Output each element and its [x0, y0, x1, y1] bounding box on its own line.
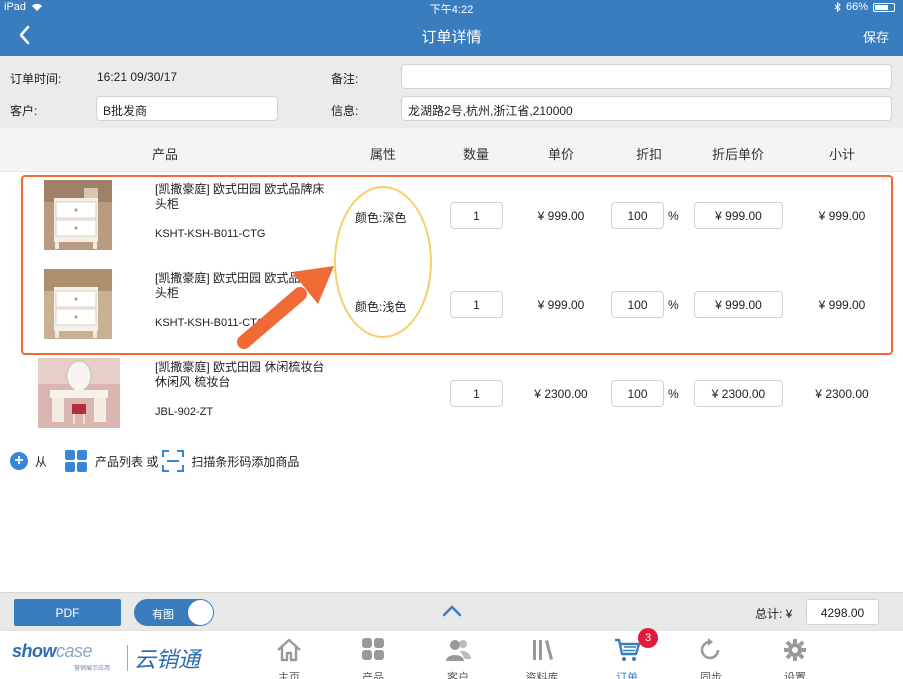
battery-percent: 66%	[845, 1, 868, 13]
product-name: [凯撒豪庭] 欧式田园 休闲梳妆台 休闲风 梳妆台	[155, 360, 325, 389]
battery-icon	[873, 2, 895, 12]
customer-field[interactable]: B批发商	[96, 96, 278, 121]
customer-label: 客户:	[10, 104, 38, 118]
order-time-label: 订单时间:	[10, 72, 62, 86]
home-icon	[277, 638, 301, 662]
add-product-bar: + 从 产品列表 或 扫描条形码添加商品	[10, 449, 299, 473]
col-attribute: 属性	[369, 147, 397, 162]
plus-icon[interactable]: +	[10, 452, 28, 470]
logo-show: show	[12, 641, 57, 661]
order-time-value: 16:21 09/30/17	[97, 70, 178, 84]
product-sku: JBL-902-ZT	[155, 406, 214, 418]
save-button[interactable]: 保存	[863, 27, 889, 46]
logo-tagline: 营销展示应用	[74, 666, 111, 672]
unit-price: ¥ 2300.00	[534, 387, 588, 401]
col-discount: 折扣	[635, 147, 663, 162]
discount-field[interactable]: 100	[611, 380, 664, 407]
col-subtotal: 小计	[828, 147, 856, 162]
bluetooth-icon	[834, 2, 841, 12]
quantity-field[interactable]: 1	[450, 380, 503, 407]
scan-barcode-link[interactable]: 扫描条形码添加商品	[191, 453, 299, 470]
tab-label: 客户	[447, 672, 469, 679]
scan-icon[interactable]	[162, 450, 185, 472]
remark-input[interactable]	[401, 64, 892, 89]
table-row[interactable]: [凯撒豪庭] 欧式田园 休闲梳妆台 休闲风 梳妆台 JBL-902-ZT 1 ¥…	[0, 354, 903, 442]
order-info-form: 订单时间: 16:21 09/30/17 备注: 客户: B批发商 信息: 龙湖…	[0, 56, 903, 128]
bottom-action-bar: PDF 有图 总计: ¥ 4298.00	[0, 592, 903, 630]
col-product: 产品	[151, 147, 179, 162]
tab-label: 订单	[616, 672, 638, 679]
product-list-link[interactable]: 产品列表 或	[95, 453, 158, 470]
tab-customers[interactable]: 客户	[428, 637, 488, 679]
tab-label: 资料库	[525, 672, 559, 679]
highlight-box	[21, 175, 893, 355]
showcase-logo: showcase 营销展示应用 云销通	[12, 639, 212, 673]
nav-bar: 订单详情 保存	[0, 14, 903, 56]
customers-icon	[446, 640, 471, 661]
tab-label: 主页	[278, 672, 300, 679]
add-from-label: 从	[35, 454, 48, 469]
tab-label: 产品	[362, 672, 384, 679]
image-toggle-label: 有图	[152, 609, 174, 621]
discount-unit: %	[668, 387, 679, 401]
tab-label: 同步	[700, 672, 722, 679]
dressing-table-image	[38, 358, 120, 428]
total-label: 总计: ¥	[755, 607, 793, 621]
logo-case: case	[56, 641, 93, 661]
pdf-button[interactable]: PDF	[14, 599, 121, 626]
toggle-knob	[188, 600, 213, 625]
col-unit-price: 单价	[547, 147, 575, 162]
discounted-price-field[interactable]: ¥ 2300.00	[694, 380, 783, 407]
total-value: 4298.00	[806, 599, 879, 625]
orders-badge: 3	[638, 628, 658, 648]
grid-icon[interactable]	[65, 450, 88, 472]
tab-library[interactable]: 资料库	[512, 637, 572, 679]
attribute-highlight-ellipse	[334, 186, 432, 338]
products-icon	[362, 638, 384, 660]
tab-bar: showcase 营销展示应用 云销通 主页 产品 客户 资料库 订单 同步 设…	[0, 630, 903, 679]
library-icon	[533, 640, 553, 660]
col-discounted-price: 折后单价	[711, 147, 765, 162]
page-title: 订单详情	[421, 29, 482, 46]
subtotal: ¥ 2300.00	[815, 387, 869, 401]
info-field[interactable]: 龙湖路2号,杭州,浙江省,210000	[401, 96, 892, 121]
tab-products[interactable]: 产品	[343, 637, 403, 679]
table-header: 产品 属性 数量 单价 折扣 折后单价 小计	[0, 128, 903, 172]
arrow-icon	[237, 266, 334, 349]
status-bar: iPad 下午4:22 66%	[0, 0, 903, 16]
tab-label: 设置	[784, 672, 806, 679]
gear-icon	[784, 639, 806, 661]
tab-settings[interactable]: 设置	[765, 637, 825, 679]
chevron-up-icon[interactable]	[440, 603, 464, 619]
cart-icon	[615, 638, 641, 661]
tab-home[interactable]: 主页	[259, 637, 319, 679]
info-label: 信息:	[331, 104, 359, 118]
sync-icon	[700, 638, 720, 660]
tab-sync[interactable]: 同步	[681, 637, 741, 679]
remark-label: 备注:	[331, 72, 359, 86]
logo-cn-name: 云销通	[134, 647, 201, 672]
col-quantity: 数量	[462, 147, 490, 162]
image-toggle[interactable]: 有图	[134, 599, 214, 626]
